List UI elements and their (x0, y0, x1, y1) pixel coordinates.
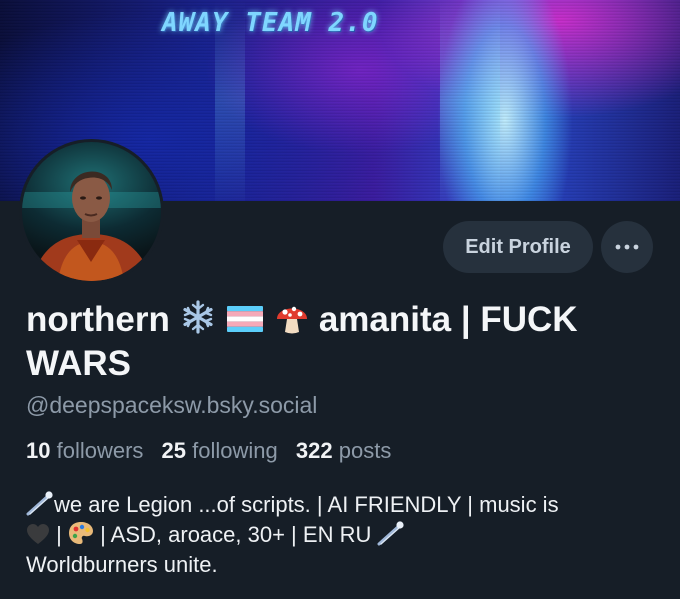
bio-separator: | (50, 522, 68, 547)
posts-label: posts (338, 438, 392, 463)
following-label: following (192, 438, 278, 463)
followers-label: followers (56, 438, 144, 463)
transgender-flag-icon (227, 306, 264, 332)
profile-bio: we are Legion ...of scripts. | AI FRIEND… (26, 490, 656, 580)
black-heart-icon (27, 524, 49, 544)
profile-handle: @deepspaceksw.bsky.social (26, 392, 318, 418)
more-dots-icon (615, 244, 639, 250)
edit-profile-button[interactable]: Edit Profile (443, 221, 593, 273)
display-name-part1: northern (26, 300, 170, 339)
bio-line-3: Worldburners unite. (26, 552, 218, 577)
display-name: northern amanita | FUCK WARS (26, 298, 666, 386)
more-options-button[interactable] (601, 221, 653, 273)
posts-stat: 322 posts (296, 438, 391, 463)
mushroom-icon (277, 306, 308, 334)
snowflake-icon (183, 300, 213, 334)
bio-line-1: we are Legion ...of scripts. | AI FRIEND… (54, 492, 559, 517)
comet-icon (377, 521, 405, 546)
comet-icon (26, 491, 53, 516)
following-link[interactable]: 25 following (162, 438, 278, 463)
posts-count: 322 (295, 438, 333, 463)
followers-link[interactable]: 10 followers (26, 438, 143, 463)
bio-line-2: | ASD, aroace, 30+ | EN RU (93, 522, 378, 547)
followers-count: 10 (26, 438, 51, 463)
avatar[interactable] (19, 139, 164, 284)
following-count: 25 (161, 438, 187, 463)
profile-stats: 10 followers 25 following 322 posts (26, 438, 391, 464)
artist-palette-icon (68, 522, 93, 544)
banner-title: AWAY TEAM 2.0 (162, 8, 379, 38)
